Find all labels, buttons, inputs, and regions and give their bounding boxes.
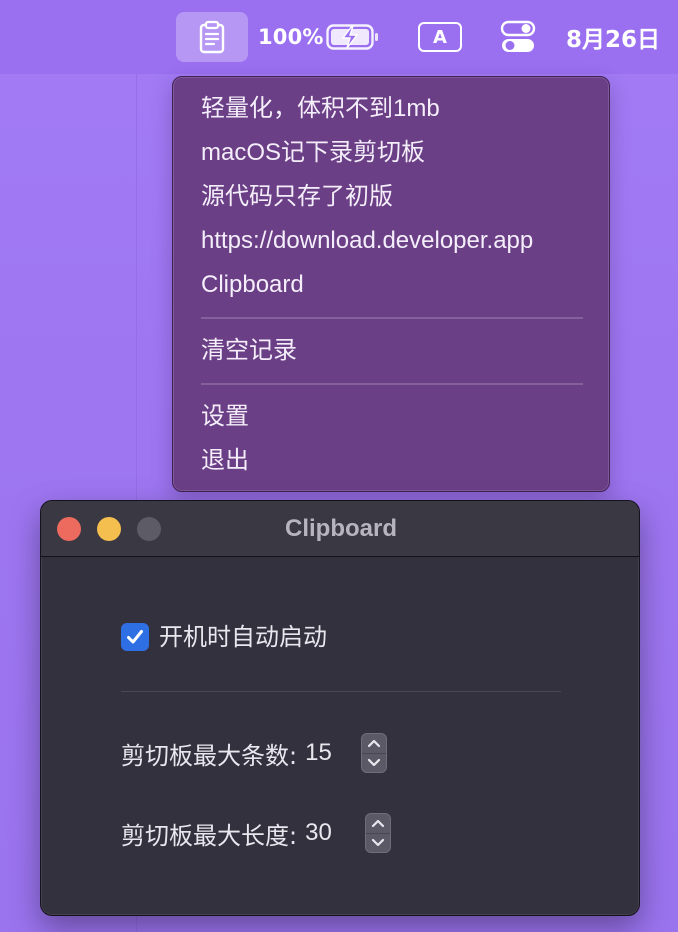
minimize-button[interactable]	[97, 517, 121, 541]
history-item[interactable]: macOS记下录剪切板	[201, 133, 425, 173]
launch-at-login-label[interactable]: 开机时自动启动	[159, 619, 327, 655]
max-items-label: 剪切板最大条数:	[121, 741, 298, 770]
menu-bar-clock[interactable]: 8月26日	[566, 18, 660, 56]
max-items-row: 剪切板最大条数: 15	[121, 733, 332, 773]
history-item[interactable]: Clipboard	[201, 265, 304, 305]
window-title: Clipboard	[285, 515, 397, 542]
menu-separator	[201, 383, 583, 385]
battery-percentage[interactable]: 100%	[258, 18, 324, 56]
max-length-decrement[interactable]	[366, 832, 390, 853]
clipboard-icon	[199, 20, 225, 54]
history-item[interactable]: https://download.developer.app	[201, 221, 533, 261]
clipboard-menu-extra[interactable]	[176, 12, 248, 62]
settings-window: Clipboard 开机时自动启动 剪切板最大条数: 15 剪切板最大长度: 3…	[40, 500, 640, 916]
max-items-value: 15	[305, 739, 332, 766]
quit-item[interactable]: 退出	[201, 441, 249, 481]
chevron-down-icon	[371, 838, 385, 846]
max-items-decrement[interactable]	[362, 752, 386, 773]
max-length-row: 剪切板最大长度: 30	[121, 813, 332, 853]
checkmark-icon	[127, 630, 143, 644]
settings-item[interactable]: 设置	[201, 397, 249, 437]
clipboard-dropdown-menu: 轻量化，体积不到1mb macOS记下录剪切板 源代码只存了初版 https:/…	[172, 76, 610, 492]
close-button[interactable]	[57, 517, 81, 541]
zoom-button[interactable]	[137, 517, 161, 541]
chevron-up-icon	[371, 820, 385, 828]
battery-charging-icon[interactable]	[326, 22, 380, 52]
history-item[interactable]: 源代码只存了初版	[201, 177, 393, 217]
input-source-indicator[interactable]: A	[418, 22, 462, 52]
chevron-down-icon	[367, 758, 381, 766]
max-length-value: 30	[305, 819, 332, 846]
chevron-up-icon	[367, 740, 381, 748]
max-length-stepper[interactable]	[365, 813, 391, 853]
max-items-stepper[interactable]	[361, 733, 387, 773]
max-length-increment[interactable]	[366, 814, 390, 833]
window-titlebar[interactable]: Clipboard	[41, 501, 639, 557]
control-center-icon[interactable]	[500, 20, 536, 54]
window-separator	[121, 691, 561, 692]
max-length-label: 剪切板最大长度:	[121, 821, 298, 850]
launch-at-login-checkbox[interactable]	[121, 623, 149, 651]
history-item[interactable]: 轻量化，体积不到1mb	[201, 89, 440, 129]
max-items-increment[interactable]	[362, 734, 386, 753]
menu-bar: 100% A 8月26日	[0, 0, 678, 74]
menu-separator	[201, 317, 583, 319]
clear-history-item[interactable]: 清空记录	[201, 331, 297, 371]
